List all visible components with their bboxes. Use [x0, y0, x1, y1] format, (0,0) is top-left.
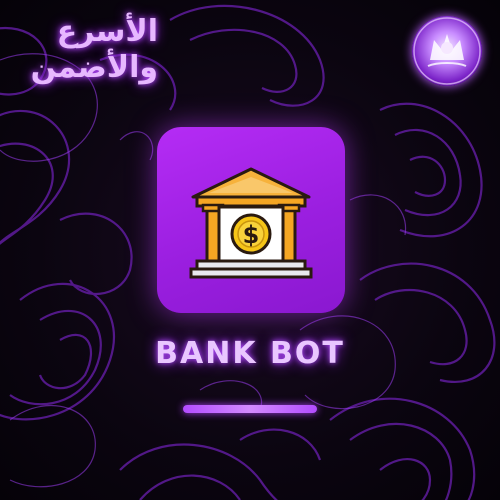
bot-title: BANK BOT [155, 336, 345, 371]
bank-building-icon: $ [189, 167, 313, 279]
tagline-line-2: والأضمن [30, 50, 158, 85]
coin-dollar-symbol: $ [243, 221, 260, 249]
glow-divider [183, 405, 317, 413]
promo-canvas: الأسرع والأضمن $ BANK BOT [0, 0, 500, 500]
brand-logo-icon [413, 17, 481, 85]
brand-logo [412, 16, 482, 86]
app-icon-tile[interactable]: $ [157, 127, 345, 313]
tagline: الأسرع والأضمن [28, 14, 158, 86]
tagline-line-1: الأسرع [56, 14, 158, 49]
